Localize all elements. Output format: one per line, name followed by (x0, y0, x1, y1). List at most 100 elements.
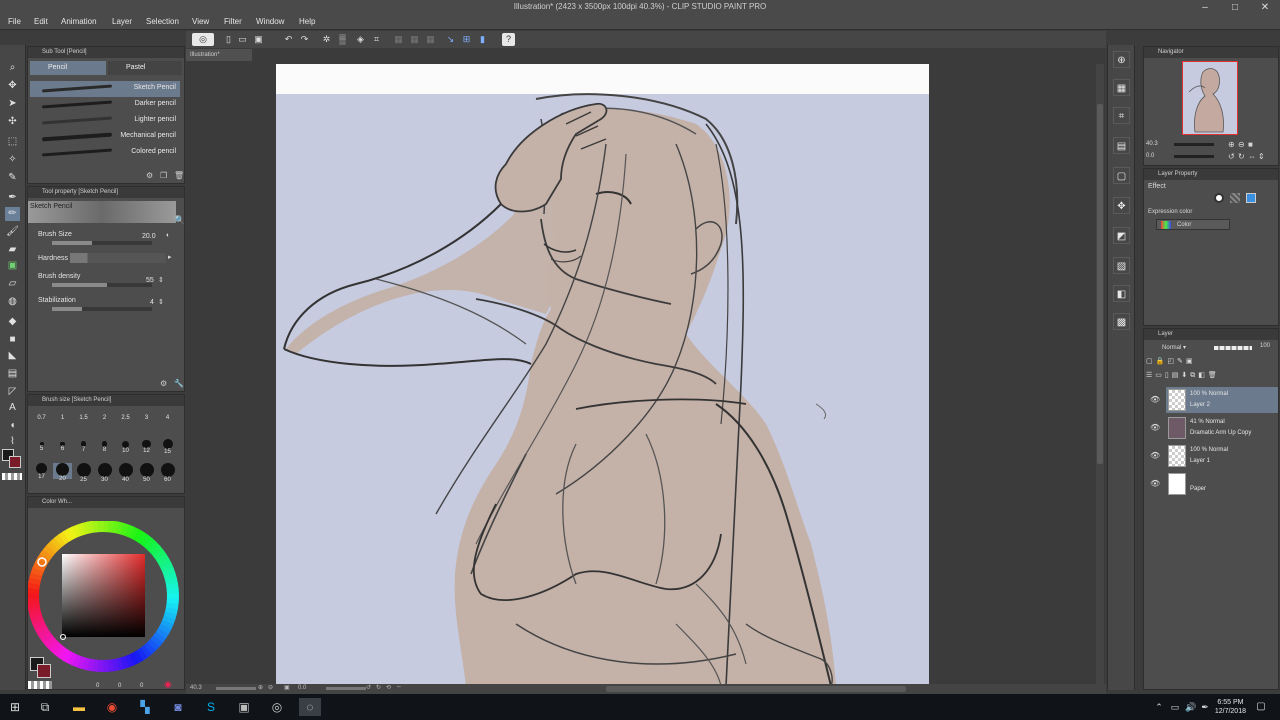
menu-window[interactable]: Window (256, 17, 284, 26)
clear-icon[interactable]: ✲ (320, 33, 333, 46)
animation-timeline-icon[interactable]: ◧ (1113, 285, 1130, 302)
correct-line-tool-icon[interactable]: ⌇ (5, 435, 20, 449)
hue-segment[interactable] (102, 659, 109, 672)
brush-item-lighter-pencil[interactable]: Lighter pencil (30, 113, 180, 129)
text-tool-icon[interactable]: A (5, 401, 20, 415)
help-icon[interactable]: ? (502, 33, 515, 46)
save-icon[interactable]: ▣ (252, 33, 265, 46)
clip-studio-launcher-icon[interactable]: ▚ (136, 698, 154, 716)
close-button[interactable]: ✕ (1250, 0, 1280, 15)
nav-flip-v-icon[interactable]: ⇕ (1258, 152, 1265, 161)
layer-row[interactable]: 100 % Normal Layer 1 (1166, 443, 1278, 469)
delete-layer-icon[interactable]: 🗑 (1208, 372, 1220, 379)
brush-density-value[interactable]: 55 (146, 277, 154, 284)
menu-selection[interactable]: Selection (146, 17, 179, 26)
gradient-tool-icon[interactable]: ■ (5, 333, 20, 347)
brush-size-preset[interactable]: 8 (95, 436, 114, 453)
zoom-slider[interactable] (216, 687, 256, 690)
open-file-icon[interactable]: ▭ (236, 33, 249, 46)
subtool-settings-icon[interactable]: ⚙ (146, 171, 153, 180)
layer-row[interactable]: Paper (1166, 471, 1278, 497)
brush-item-darker-pencil[interactable]: Darker pencil (30, 97, 180, 113)
brush-tool-icon[interactable]: 🖌 (5, 225, 20, 239)
fill-icon[interactable]: ◈ (354, 33, 367, 46)
snap-grid-icon[interactable]: ⊞ (460, 33, 473, 46)
nav-rotate-right-icon[interactable]: ↻ (1238, 152, 1245, 161)
frame-tool-icon[interactable]: ◸ (5, 385, 20, 399)
brush-size-preset[interactable]: 0.7 (32, 409, 51, 425)
nav-zoom-in-icon[interactable]: ⊕ (1228, 140, 1235, 149)
quick-access-icon[interactable]: ▩ (1113, 313, 1130, 330)
color-wheel[interactable] (28, 521, 184, 677)
transfer-down-icon[interactable]: ⬇ (1181, 372, 1190, 379)
eyedropper-tool-icon[interactable]: ✎ (5, 171, 20, 185)
canvas-vertical-scrollbar[interactable] (1096, 64, 1104, 684)
chrome-icon[interactable]: ◉ (103, 698, 121, 716)
auto-action-icon[interactable]: ✥ (1113, 197, 1130, 214)
selection-tool-icon[interactable]: ⬚ (5, 135, 20, 149)
saturation-value[interactable]: 0 (118, 683, 121, 689)
brush-item-colored-pencil[interactable]: Colored pencil (30, 145, 180, 161)
stabilization-value[interactable]: 4 (150, 299, 154, 306)
info-toggle-icon[interactable]: ⌗ (1113, 107, 1130, 124)
maximize-button[interactable]: □ (1220, 0, 1250, 15)
balloon-tool-icon[interactable]: ◖ (5, 419, 20, 433)
document-tab[interactable]: Illustration* (186, 49, 252, 61)
layer-clip-icon[interactable]: ▢ (1146, 358, 1156, 365)
operation-tool-icon[interactable]: ➤ (5, 97, 20, 111)
brush-size-preset[interactable]: 17 (32, 463, 51, 480)
clip-studio-icon[interactable]: ◎ (192, 33, 214, 46)
zoom-readout[interactable]: 40.3 (190, 685, 202, 691)
layer-visibility-icon[interactable]: 👁 (1150, 395, 1160, 405)
layer-visibility-icon[interactable]: 👁 (1150, 479, 1160, 489)
snap-special-ruler-icon[interactable]: ▮ (476, 33, 489, 46)
minimize-button[interactable]: – (1190, 0, 1220, 15)
clear-outside-icon[interactable]: ▒ (336, 33, 349, 46)
fill-tool-icon[interactable]: ◆ (5, 315, 20, 329)
opacity-value[interactable]: 100 (1260, 343, 1270, 349)
menu-view[interactable]: View (192, 17, 209, 26)
selection-border-icon[interactable]: ▦ (424, 33, 437, 46)
layer-ref-icon[interactable]: ◰ (1167, 358, 1177, 365)
brush-size-preset[interactable]: 40 (116, 463, 135, 483)
menu-help[interactable]: Help (299, 17, 315, 26)
expand-settings-icon[interactable]: 🔧 (174, 379, 184, 388)
airbrush-tool-icon[interactable]: ▰ (5, 243, 20, 257)
fit-icon[interactable]: ▣ (284, 684, 290, 691)
stabilization-slider[interactable] (52, 307, 152, 311)
brush-size-preset[interactable]: 3 (137, 409, 156, 425)
drawing-canvas[interactable] (276, 64, 929, 686)
hardness-selector[interactable] (70, 253, 166, 263)
transparent-color-swatch[interactable] (2, 473, 22, 480)
menu-animation[interactable]: Animation (61, 17, 97, 26)
opacity-slider[interactable] (1214, 346, 1252, 350)
new-raster-layer-icon[interactable]: ▭ (1155, 372, 1165, 379)
brush-size-preset[interactable]: 50 (137, 463, 156, 483)
pencil-tool-icon[interactable]: ✏ (5, 207, 20, 221)
redo-icon[interactable]: ↷ (298, 33, 311, 46)
brush-size-preset[interactable]: 7 (74, 436, 93, 453)
mask-icon[interactable]: ◧ (1198, 372, 1208, 379)
menu-filter[interactable]: Filter (224, 17, 242, 26)
color-mode-icon[interactable]: ◉ (164, 679, 172, 690)
transform-icon[interactable]: ⌗ (370, 33, 383, 46)
brush-size-preset[interactable]: 15 (158, 436, 177, 455)
expression-color-dropdown[interactable]: Color (1156, 219, 1230, 230)
new-file-icon[interactable]: ▯ (222, 33, 235, 46)
steam-icon[interactable]: ◎ (268, 698, 286, 716)
duplicate-subtool-icon[interactable]: ❐ (160, 171, 167, 180)
navigator-zoom-slider[interactable] (1174, 143, 1214, 146)
hue-value[interactable]: 0 (96, 683, 99, 689)
app-icon[interactable]: ▣ (235, 698, 253, 716)
rotate-right-icon[interactable]: ↻ (376, 684, 381, 691)
history-icon[interactable]: ▢ (1113, 167, 1130, 184)
sub-color-swatch[interactable] (9, 456, 21, 468)
brush-size-preset[interactable]: 25 (74, 463, 93, 483)
system-clock[interactable]: 6:55 PM 12/7/2018 (1215, 698, 1246, 716)
zoom-tool-icon[interactable]: ⌕ (5, 61, 20, 75)
new-folder-icon[interactable]: ▤ (1172, 372, 1182, 379)
flip-icon[interactable]: ⇔ (396, 684, 402, 690)
brush-size-preset[interactable]: 1 (53, 409, 72, 425)
sub-color-chip[interactable] (37, 664, 51, 678)
nav-flip-h-icon[interactable]: ⇔ (1248, 152, 1256, 161)
